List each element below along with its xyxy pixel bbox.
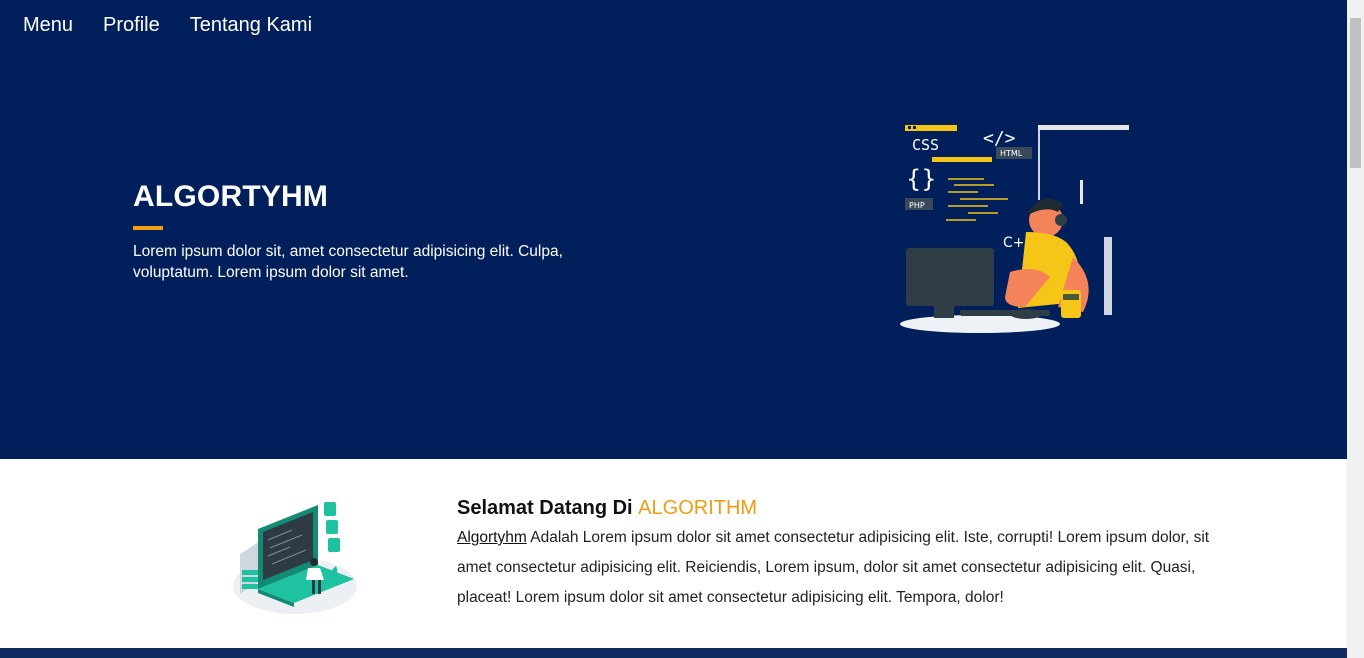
hero-title-underline xyxy=(133,226,163,230)
svg-text:{}: {} xyxy=(906,165,937,193)
about-title-accent: ALGORITHM xyxy=(638,497,758,519)
hero-title: ALGORTYHM xyxy=(133,180,329,213)
hero-description: Lorem ipsum dolor sit, amet consectetur … xyxy=(133,243,563,281)
about-description: Algortyhm Adalah Lorem ipsum dolor sit a… xyxy=(457,523,1217,613)
about-text: Adalah Lorem ipsum dolor sit amet consec… xyxy=(457,529,1210,606)
footer-strip xyxy=(0,648,1347,658)
developer-illustration: CSS {} PHP </> HTML C++ xyxy=(900,125,1129,333)
laptop-coding-illustration xyxy=(233,502,357,614)
php-label: PHP xyxy=(909,201,925,210)
about-title: Selamat Datang Di ALGORITHM xyxy=(457,497,757,520)
nav-menu-link[interactable]: Menu xyxy=(23,15,73,35)
about-brand: Algortyhm xyxy=(457,529,527,546)
hero-section: Menu Profile Tentang Kami ALGORTYHM Lore… xyxy=(0,0,1347,459)
css-label: CSS xyxy=(912,136,939,154)
vertical-scrollbar[interactable] xyxy=(1347,0,1364,658)
nav-profile-link[interactable]: Profile xyxy=(103,15,160,35)
svg-text:</>: </> xyxy=(983,128,1016,149)
html-label: HTML xyxy=(1000,149,1023,158)
scrollbar-thumb[interactable] xyxy=(1350,18,1361,168)
top-nav: Menu Profile Tentang Kami xyxy=(0,0,319,50)
nav-tentang-kami-link[interactable]: Tentang Kami xyxy=(190,15,312,35)
about-title-prefix: Selamat Datang Di xyxy=(457,497,633,519)
